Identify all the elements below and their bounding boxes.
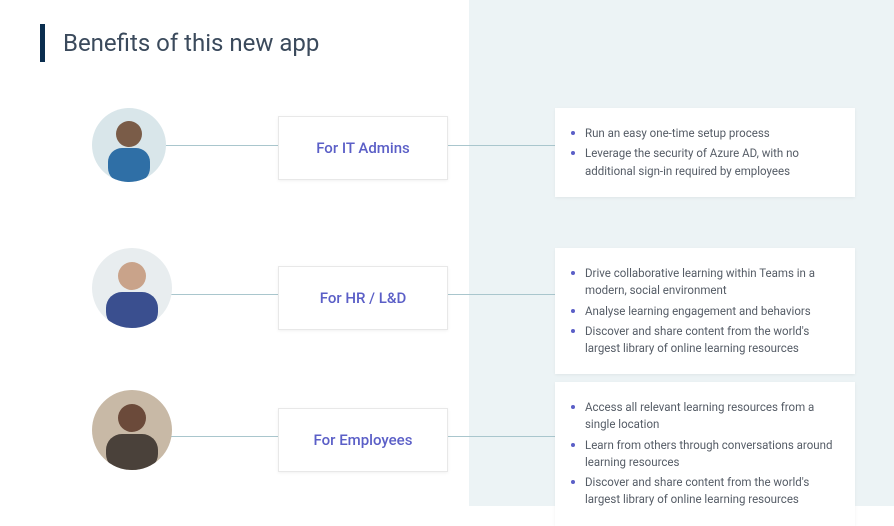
avatar-employee	[92, 390, 172, 470]
connector-line	[445, 294, 565, 295]
benefit-item: Drive collaborative learning within Team…	[569, 265, 837, 300]
role-label: For IT Admins	[316, 139, 410, 157]
detail-card-hr-ld: Drive collaborative learning within Team…	[555, 248, 855, 374]
page-title-wrap: Benefits of this new app	[40, 24, 319, 62]
role-label: For Employees	[314, 431, 413, 449]
connector-line	[445, 436, 565, 437]
avatar-it-admin	[92, 108, 166, 182]
accent-bar	[40, 24, 45, 62]
benefit-item: Analyse learning engagement and behavior…	[569, 303, 837, 320]
avatar-hr-ld	[92, 248, 172, 328]
benefit-item: Discover and share content from the worl…	[569, 323, 837, 358]
role-card-it-admins: For IT Admins	[278, 116, 448, 180]
role-label: For HR / L&D	[320, 289, 407, 307]
page-title: Benefits of this new app	[63, 29, 319, 57]
benefit-item: Run an easy one-time setup process	[569, 125, 837, 142]
detail-card-it-admins: Run an easy one-time setup process Lever…	[555, 108, 855, 197]
connector-line	[445, 145, 565, 146]
benefit-item: Learn from others through conversations …	[569, 437, 837, 472]
benefit-item: Leverage the security of Azure AD, with …	[569, 145, 837, 180]
detail-card-employees: Access all relevant learning resources f…	[555, 382, 855, 526]
role-card-employees: For Employees	[278, 408, 448, 472]
connector-line	[160, 145, 280, 146]
connector-line	[160, 294, 280, 295]
role-card-hr-ld: For HR / L&D	[278, 266, 448, 330]
connector-line	[160, 436, 280, 437]
benefit-item: Discover and share content from the worl…	[569, 474, 837, 509]
benefit-item: Access all relevant learning resources f…	[569, 399, 837, 434]
